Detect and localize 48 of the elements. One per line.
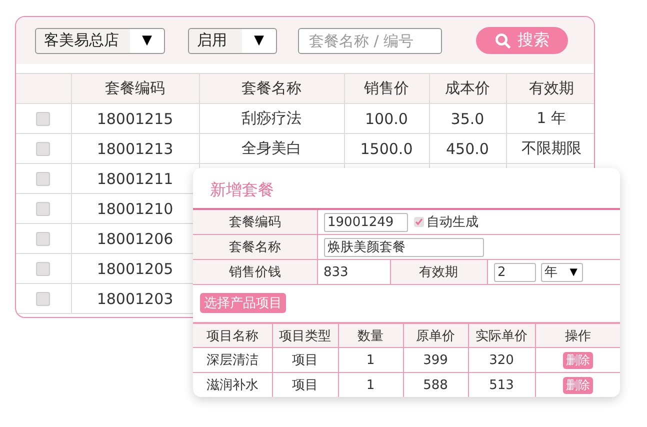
column-header: 操作 xyxy=(535,323,620,348)
table-cell: 刮痧疗法 xyxy=(199,104,344,134)
column-header: 原单价 xyxy=(403,323,468,348)
row-checkbox[interactable] xyxy=(36,172,50,186)
auto-generate-checkbox[interactable] xyxy=(414,217,424,227)
table-cell: 18001215 xyxy=(71,104,199,134)
column-header: 套餐编码 xyxy=(71,74,199,104)
table-cell: 深层清洁 xyxy=(193,348,272,372)
search-icon xyxy=(494,32,510,48)
store-select[interactable]: 客美易总店 ▼ xyxy=(35,28,165,54)
table-cell: 320 xyxy=(468,348,535,372)
status-select[interactable]: 启用 ▼ xyxy=(188,28,277,54)
row-checkbox[interactable] xyxy=(36,232,50,246)
column-header: 数量 xyxy=(338,323,403,348)
auto-generate-label: 自动生成 xyxy=(426,214,478,231)
column-header: 项目类型 xyxy=(272,323,338,348)
table-cell: 全身美白 xyxy=(199,134,344,164)
table-cell: 35.0 xyxy=(429,104,506,134)
validity-input[interactable]: 2 xyxy=(494,262,536,282)
table-cell: 18001213 xyxy=(71,134,199,164)
row-checkbox[interactable] xyxy=(36,262,50,276)
dropdown-arrow-icon: ▼ xyxy=(570,266,578,278)
name-input[interactable]: 焕肤美颜套餐 xyxy=(324,238,484,256)
column-header: 成本价 xyxy=(429,74,506,104)
row-checkbox[interactable] xyxy=(36,112,50,126)
table-cell: 399 xyxy=(403,348,468,372)
price-value: 833 xyxy=(317,260,390,284)
field-label: 套餐编码 xyxy=(193,209,317,234)
row-checkbox[interactable] xyxy=(36,292,50,306)
table-cell: 1 xyxy=(338,348,403,372)
column-header: 项目名称 xyxy=(193,323,272,348)
column-header: 销售价 xyxy=(344,74,429,104)
code-input[interactable]: 19001249 xyxy=(324,212,408,232)
column-header: 套餐名称 xyxy=(199,74,344,104)
row-checkbox[interactable] xyxy=(36,202,50,216)
field-label: 销售价钱 xyxy=(193,260,317,284)
column-header: 有效期 xyxy=(506,74,594,104)
row-checkbox[interactable] xyxy=(36,142,50,156)
unit-select[interactable]: 年 ▼ xyxy=(540,262,582,282)
table-cell: 450.0 xyxy=(429,134,506,164)
column-header: 实际单价 xyxy=(468,323,535,348)
field-label: 套餐名称 xyxy=(193,234,317,260)
table-cell: 1500.0 xyxy=(344,134,429,164)
dialog-title: 新增套餐 xyxy=(209,179,274,201)
table-cell: 项目 xyxy=(272,348,338,372)
search-field[interactable]: 套餐名称 / 编号 xyxy=(298,28,442,54)
field-label: 有效期 xyxy=(390,260,487,284)
table-cell: 100.0 xyxy=(344,104,429,134)
